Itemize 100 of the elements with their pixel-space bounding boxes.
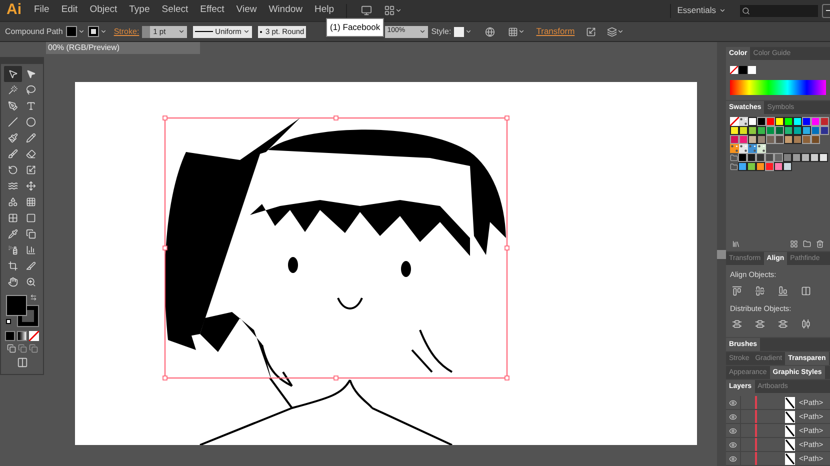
menu-item[interactable]: Effect [194,3,230,18]
align-grid-icon[interactable] [508,26,518,36]
align-left-icon[interactable] [732,286,742,296]
stroke-color-swatch[interactable] [748,66,756,74]
new-group-icon[interactable] [803,240,811,248]
color-swatch[interactable] [748,126,757,135]
none-swatch[interactable] [730,117,739,126]
color-swatch[interactable] [738,153,747,162]
align-right-icon[interactable] [778,286,788,296]
transform-link[interactable]: Transform [536,25,575,38]
color-swatch[interactable] [819,153,828,162]
color-swatch[interactable] [801,153,810,162]
color-swatch[interactable] [747,153,756,162]
color-swatch[interactable] [730,135,739,144]
draw-behind-icon[interactable] [18,344,26,353]
color-swatch[interactable] [802,126,811,135]
menu-item[interactable]: Type [123,3,156,18]
color-swatch[interactable] [802,117,811,126]
color-swatch[interactable] [765,162,774,171]
stroke-swatch[interactable] [88,26,99,37]
color-swatch[interactable] [748,135,757,144]
style-swatch[interactable] [454,26,464,36]
globe-icon[interactable] [485,26,496,36]
color-swatch[interactable] [784,126,793,135]
workspace-switcher[interactable]: Essentials [677,4,726,17]
fill-stroke-drawing[interactable] [4,294,40,328]
pattern-swatch[interactable] [730,144,739,153]
align-to-icon[interactable] [801,286,811,296]
align-center-icon[interactable] [755,286,765,296]
pattern-swatch[interactable] [748,144,757,153]
stroke-link[interactable]: Stroke: [114,26,140,38]
pattern-swatch[interactable] [739,117,748,126]
selection-bounding-box[interactable] [162,116,510,380]
color-swatch[interactable] [811,135,820,144]
swatch-library-icon[interactable] [732,240,740,248]
screen-mode-icon[interactable] [16,357,28,368]
distribute-horizontal-icon[interactable] [801,318,811,329]
color-swatch[interactable] [811,117,820,126]
color-swatch[interactable] [766,126,775,135]
menu-item[interactable]: Object [84,3,124,18]
none-mode-button[interactable] [29,331,39,341]
color-swatch[interactable] [793,126,802,135]
distribute-center-icon[interactable] [755,318,765,329]
draw-inside-icon[interactable] [28,344,38,353]
pattern-swatch[interactable] [757,144,766,153]
color-swatch[interactable] [757,117,766,126]
arrange-icon[interactable] [606,26,617,36]
color-swatch[interactable] [739,126,748,135]
color-swatch[interactable] [783,162,792,171]
color-swatch[interactable] [792,153,801,162]
draw-normal-icon[interactable] [6,344,16,353]
color-swatch[interactable] [756,153,765,162]
bridge-icon[interactable] [361,5,372,16]
color-swatch[interactable] [820,117,829,126]
menu-item[interactable]: Edit [55,3,84,18]
color-swatch[interactable] [756,162,765,171]
color-swatch[interactable] [775,117,784,126]
color-swatch[interactable] [793,135,802,144]
color-swatch[interactable] [802,135,811,144]
eye-icon[interactable] [729,454,737,462]
menu-item[interactable]: File [28,3,56,18]
menu-item[interactable]: Window [262,3,309,18]
menu-item[interactable]: Select [156,3,194,18]
none-swatch[interactable] [730,66,738,74]
eye-icon[interactable] [729,412,737,420]
eye-icon[interactable] [729,426,737,434]
transform-icon[interactable] [586,26,596,36]
color-mode-button[interactable] [5,331,15,341]
color-swatch[interactable] [730,126,739,135]
color-swatch[interactable] [738,162,747,171]
eye-icon[interactable] [729,398,737,406]
color-swatch[interactable] [757,126,766,135]
color-swatch[interactable] [748,117,757,126]
color-swatch[interactable] [775,135,784,144]
color-swatch[interactable] [775,126,784,135]
trash-icon[interactable] [816,240,824,248]
vertical-scrollbar[interactable] [717,42,726,466]
menu-item[interactable]: Help [308,3,340,18]
menu-item[interactable]: View [230,3,263,18]
color-swatch[interactable] [784,135,793,144]
color-swatch[interactable] [783,153,792,162]
color-swatch[interactable] [774,153,783,162]
fill-swatch[interactable] [66,26,77,37]
color-swatch[interactable] [784,117,793,126]
color-swatch[interactable] [820,126,829,135]
color-swatch[interactable] [811,126,820,135]
eye-icon[interactable] [729,440,737,448]
arrange-documents-icon[interactable] [384,5,396,16]
color-swatch[interactable] [757,135,766,144]
color-spectrum[interactable] [730,80,826,95]
color-swatch[interactable] [774,162,783,171]
color-swatch[interactable] [739,135,748,144]
search-field[interactable] [740,4,818,16]
color-swatch[interactable] [765,153,774,162]
fill-color-swatch[interactable] [739,66,747,74]
color-swatch[interactable] [766,135,775,144]
document-tab[interactable]: 00% (RGB/Preview) [46,42,200,54]
pattern-swatch[interactable] [739,144,748,153]
gradient-mode-button[interactable] [17,331,27,341]
color-swatch[interactable] [810,153,819,162]
